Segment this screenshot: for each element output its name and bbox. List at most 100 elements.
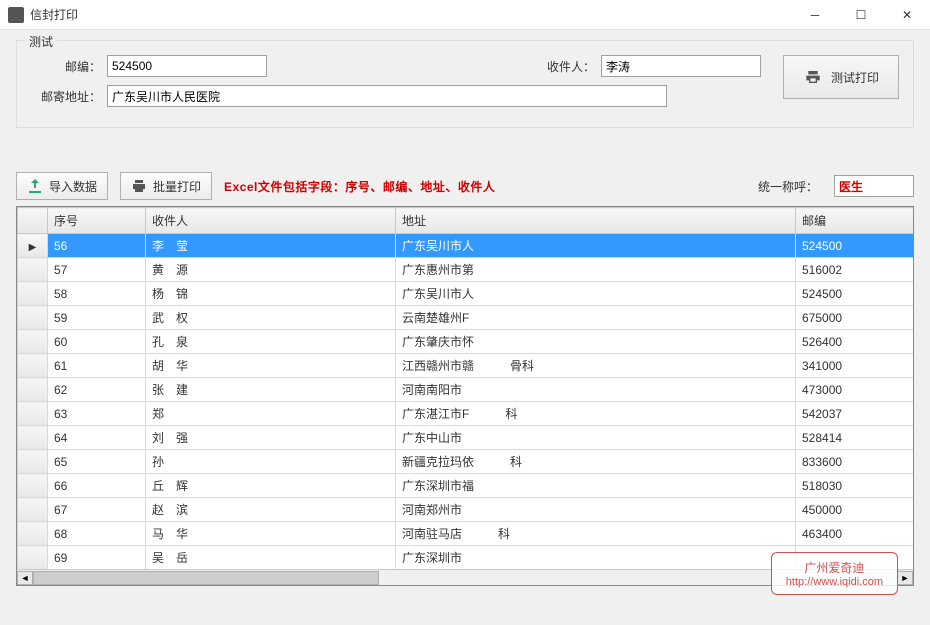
row-indicator: ▶	[18, 234, 48, 258]
cell-seq[interactable]: 69	[48, 546, 146, 570]
cell-seq[interactable]: 58	[48, 282, 146, 306]
cell-seq[interactable]: 56	[48, 234, 146, 258]
cell-seq[interactable]: 66	[48, 474, 146, 498]
cell-recipient[interactable]: 吴 岳	[146, 546, 396, 570]
cell-address[interactable]: 广东惠州市第	[396, 258, 796, 282]
app-icon	[8, 7, 24, 23]
cell-address[interactable]: 河南南阳市	[396, 378, 796, 402]
address-label: 邮寄地址：	[29, 88, 107, 105]
cell-recipient[interactable]: 刘 强	[146, 426, 396, 450]
cell-recipient[interactable]: 黄 源	[146, 258, 396, 282]
table-row[interactable]: 61胡 华江西赣州市赣 骨科341000	[18, 354, 915, 378]
table-row[interactable]: 60孔 泉广东肇庆市怀526400	[18, 330, 915, 354]
col-seq[interactable]: 序号	[48, 208, 146, 234]
table-row[interactable]: 57黄 源广东惠州市第516002	[18, 258, 915, 282]
cell-recipient[interactable]: 张 建	[146, 378, 396, 402]
test-print-button[interactable]: 测试打印	[783, 55, 899, 99]
table-row[interactable]: 66丘 辉广东深圳市福518030	[18, 474, 915, 498]
col-postcode[interactable]: 邮编	[796, 208, 915, 234]
cell-postcode[interactable]: 518030	[796, 474, 915, 498]
cell-seq[interactable]: 61	[48, 354, 146, 378]
cell-address[interactable]: 广东深圳市	[396, 546, 796, 570]
uniform-title-input[interactable]	[834, 175, 914, 197]
window-titlebar: 信封打印 ─ ☐ ✕	[0, 0, 930, 30]
uniform-title-label: 统一称呼：	[758, 178, 818, 195]
cell-address[interactable]: 云南楚雄州F	[396, 306, 796, 330]
cell-seq[interactable]: 59	[48, 306, 146, 330]
address-input[interactable]	[107, 85, 667, 107]
cell-postcode[interactable]: 524500	[796, 234, 915, 258]
table-row[interactable]: 58杨 锦广东吴川市人524500	[18, 282, 915, 306]
row-header-corner	[18, 208, 48, 234]
cell-address[interactable]: 河南郑州市	[396, 498, 796, 522]
cell-recipient[interactable]: 杨 锦	[146, 282, 396, 306]
cell-seq[interactable]: 67	[48, 498, 146, 522]
row-indicator	[18, 354, 48, 378]
scroll-right-button[interactable]: ►	[897, 571, 913, 585]
cell-seq[interactable]: 64	[48, 426, 146, 450]
cell-recipient[interactable]: 丘 辉	[146, 474, 396, 498]
minimize-button[interactable]: ─	[792, 0, 838, 30]
row-indicator	[18, 546, 48, 570]
watermark: 广州爱奇迪 http://www.iqidi.com	[771, 552, 898, 595]
cell-address[interactable]: 广东肇庆市怀	[396, 330, 796, 354]
cell-postcode[interactable]: 675000	[796, 306, 915, 330]
close-button[interactable]: ✕	[884, 0, 930, 30]
batch-print-button[interactable]: 批量打印	[120, 172, 212, 200]
recipient-input[interactable]	[601, 55, 761, 77]
col-recipient[interactable]: 收件人	[146, 208, 396, 234]
cell-seq[interactable]: 57	[48, 258, 146, 282]
table-row[interactable]: 62张 建河南南阳市473000	[18, 378, 915, 402]
cell-address[interactable]: 河南驻马店 科	[396, 522, 796, 546]
test-groupbox: 测试 邮编： 收件人： 邮寄地址： 测试打印	[16, 40, 914, 128]
cell-postcode[interactable]: 450000	[796, 498, 915, 522]
import-label: 导入数据	[49, 178, 97, 195]
scroll-thumb[interactable]	[33, 571, 379, 585]
cell-address[interactable]: 广东吴川市人	[396, 234, 796, 258]
cell-postcode[interactable]: 524500	[796, 282, 915, 306]
cell-seq[interactable]: 60	[48, 330, 146, 354]
cell-address[interactable]: 江西赣州市赣 骨科	[396, 354, 796, 378]
cell-address[interactable]: 新疆克拉玛依 科	[396, 450, 796, 474]
cell-postcode[interactable]: 516002	[796, 258, 915, 282]
cell-recipient[interactable]: 孙	[146, 450, 396, 474]
maximize-button[interactable]: ☐	[838, 0, 884, 30]
cell-postcode[interactable]: 341000	[796, 354, 915, 378]
table-row[interactable]: 67赵 滨河南郑州市450000	[18, 498, 915, 522]
col-address[interactable]: 地址	[396, 208, 796, 234]
cell-postcode[interactable]: 526400	[796, 330, 915, 354]
cell-recipient[interactable]: 武 权	[146, 306, 396, 330]
cell-postcode[interactable]: 473000	[796, 378, 915, 402]
cell-postcode[interactable]: 463400	[796, 522, 915, 546]
cell-recipient[interactable]: 马 华	[146, 522, 396, 546]
data-grid[interactable]: 序号 收件人 地址 邮编 ▶56李 莹广东吴川市人52450057黄 源广东惠州…	[16, 206, 914, 586]
table-row[interactable]: 63郑广东湛江市F 科542037	[18, 402, 915, 426]
table-row[interactable]: 64刘 强广东中山市528414	[18, 426, 915, 450]
cell-recipient[interactable]: 李 莹	[146, 234, 396, 258]
cell-postcode[interactable]: 528414	[796, 426, 915, 450]
import-data-button[interactable]: 导入数据	[16, 172, 108, 200]
cell-seq[interactable]: 68	[48, 522, 146, 546]
cell-address[interactable]: 广东中山市	[396, 426, 796, 450]
table-row[interactable]: 68马 华河南驻马店 科463400	[18, 522, 915, 546]
cell-address[interactable]: 广东吴川市人	[396, 282, 796, 306]
batch-print-label: 批量打印	[153, 178, 201, 195]
table-row[interactable]: 59武 权云南楚雄州F675000	[18, 306, 915, 330]
cell-seq[interactable]: 62	[48, 378, 146, 402]
cell-recipient[interactable]: 孔 泉	[146, 330, 396, 354]
scroll-left-button[interactable]: ◄	[17, 571, 33, 585]
row-indicator	[18, 258, 48, 282]
table-row[interactable]: ▶56李 莹广东吴川市人524500	[18, 234, 915, 258]
row-indicator	[18, 450, 48, 474]
table-row[interactable]: 65孙新疆克拉玛依 科833600	[18, 450, 915, 474]
cell-recipient[interactable]: 郑	[146, 402, 396, 426]
cell-postcode[interactable]: 833600	[796, 450, 915, 474]
cell-address[interactable]: 广东湛江市F 科	[396, 402, 796, 426]
cell-address[interactable]: 广东深圳市福	[396, 474, 796, 498]
postcode-input[interactable]	[107, 55, 267, 77]
cell-recipient[interactable]: 胡 华	[146, 354, 396, 378]
cell-recipient[interactable]: 赵 滨	[146, 498, 396, 522]
cell-seq[interactable]: 63	[48, 402, 146, 426]
cell-seq[interactable]: 65	[48, 450, 146, 474]
cell-postcode[interactable]: 542037	[796, 402, 915, 426]
